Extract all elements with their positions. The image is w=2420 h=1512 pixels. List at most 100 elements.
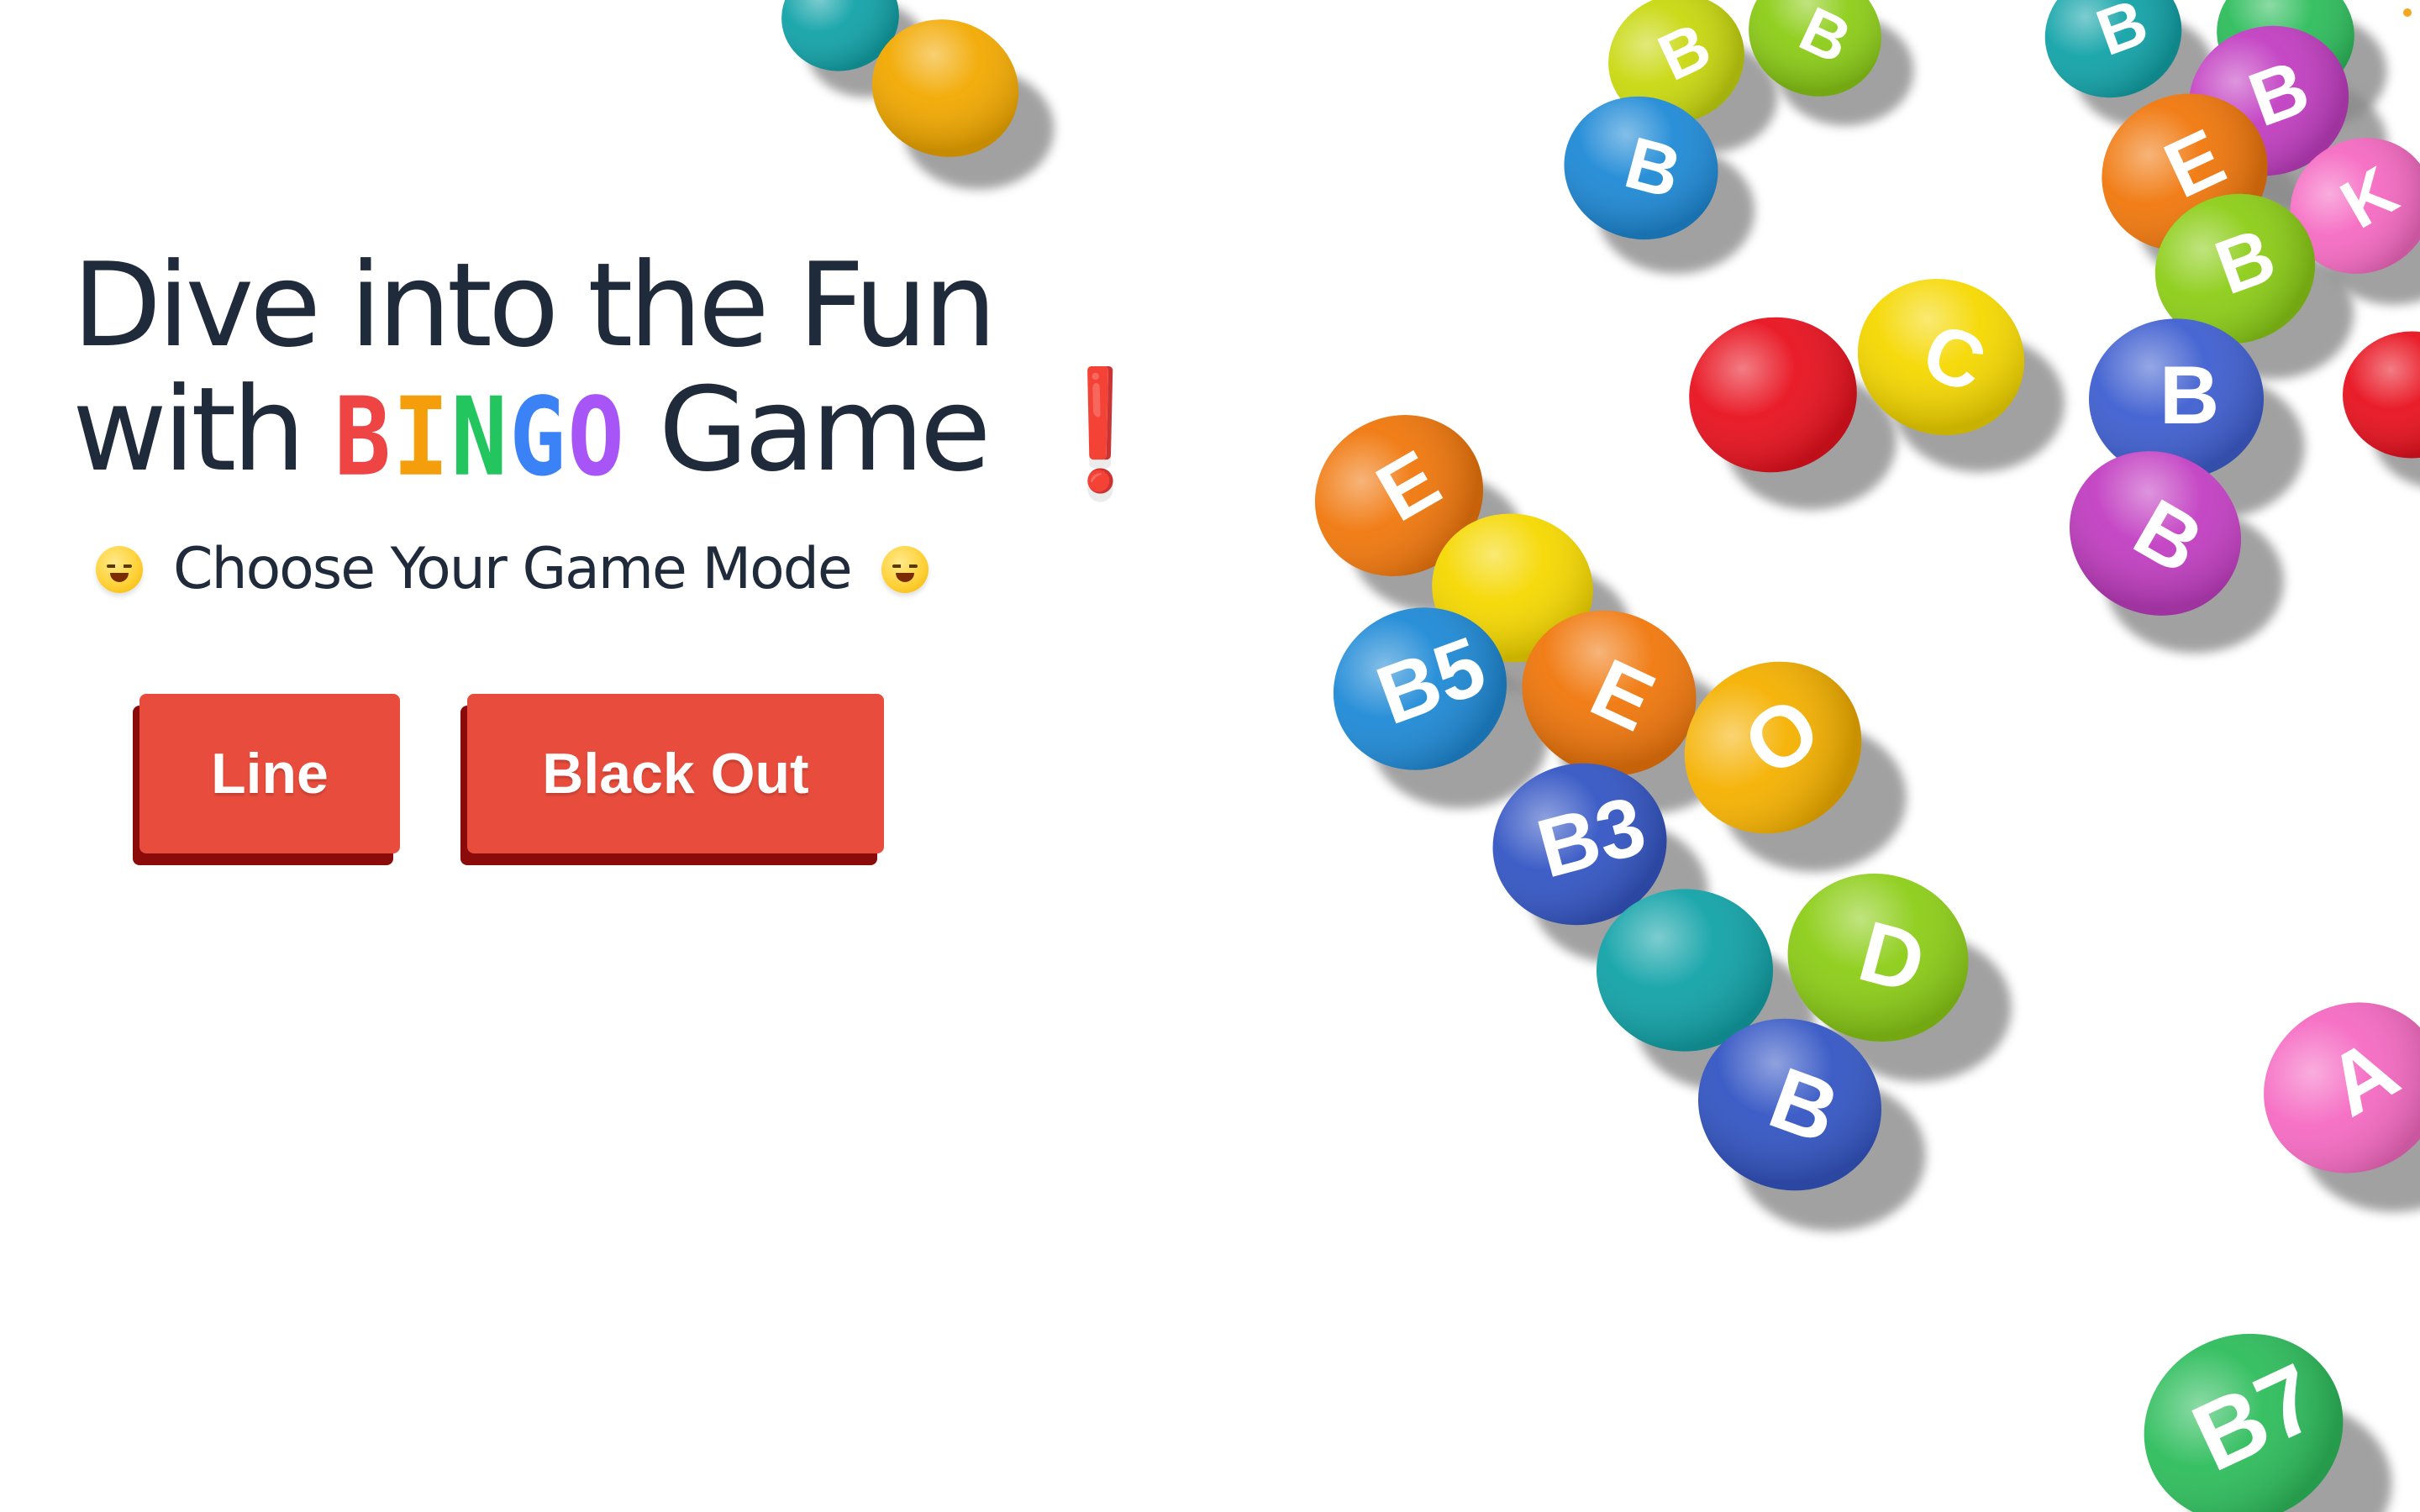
bingo-letter-b: B — [334, 375, 393, 501]
bingo-ball: D — [1787, 874, 1969, 1042]
bingo-ball: B7 — [2144, 1333, 2344, 1512]
ball-body — [1684, 661, 1862, 834]
ball-gloss — [1432, 513, 1593, 663]
ball-label: B — [2205, 212, 2286, 311]
game-mode-buttons: Line Black Out — [139, 694, 884, 853]
bingo-ball — [2343, 331, 2420, 459]
hero-section: Dive into the Fun with BINGO Game ❗ Choo… — [72, 244, 1172, 853]
ball-label: E — [2152, 113, 2238, 216]
ball-shadow — [1725, 372, 1897, 510]
exclamation-icon: ❗ — [1028, 362, 1172, 497]
ball-label: B — [1789, 0, 1861, 77]
ball-body — [1697, 1018, 1882, 1191]
bingo-ball: E — [2102, 93, 2268, 251]
bingo-ball: B — [1564, 96, 1718, 240]
bingo-logo-word: BINGO — [334, 366, 626, 509]
page-title: Dive into the Fun with BINGO Game ❗ — [72, 244, 1172, 501]
line-mode-button[interactable]: Line — [139, 694, 400, 853]
status-dot — [2403, 8, 2412, 17]
bingo-letter-i: I — [392, 375, 451, 501]
title-with-word: with — [72, 362, 306, 497]
ball-body — [1787, 874, 1969, 1042]
blackout-mode-button[interactable]: Black Out — [467, 694, 884, 853]
bingo-ball: B — [2154, 193, 2316, 344]
ball-label: B — [2087, 0, 2157, 70]
bingo-ball — [781, 0, 899, 71]
ball-shadow — [1721, 722, 1907, 872]
bingo-ball — [871, 19, 1019, 157]
ball-body — [1608, 0, 1744, 123]
bingo-ball — [1432, 513, 1593, 663]
ball-gloss — [2044, 0, 2182, 98]
ball-gloss — [2343, 331, 2420, 459]
ball-gloss — [2070, 451, 2241, 616]
ball-label: E — [1362, 433, 1455, 539]
ball-body — [871, 19, 1019, 157]
ball-label: D — [1849, 902, 1934, 1011]
bingo-ball — [1597, 889, 1773, 1052]
ball-gloss — [2154, 193, 2316, 344]
ball-shadow — [2074, 14, 2215, 129]
bingo-ball: A — [2264, 1002, 2420, 1173]
ball-gloss — [1857, 279, 2025, 435]
bingo-ball: B — [2044, 0, 2182, 98]
bingo-letter-o: O — [567, 375, 626, 501]
ball-body — [1597, 889, 1773, 1052]
ball-gloss — [1608, 0, 1744, 123]
ball-shadow — [1893, 334, 2065, 472]
ball-shadow — [2189, 247, 2354, 380]
ball-gloss — [2264, 1002, 2420, 1173]
ball-shadow — [1466, 566, 1632, 699]
bingo-ball: B — [2089, 318, 2264, 480]
ball-gloss — [2290, 138, 2420, 274]
ball-gloss — [1749, 0, 1881, 97]
ball-body — [1857, 279, 2025, 435]
ball-body — [1749, 0, 1881, 97]
bingo-ball — [2217, 0, 2354, 97]
ball-gloss — [2102, 93, 2268, 251]
ball-gloss — [1787, 874, 1969, 1042]
ball-label: B — [1758, 1048, 1851, 1163]
ball-body — [2217, 0, 2354, 97]
ball-bodies: B BBCEB5 E OB3DBBBE KBBBAB7 — [781, 0, 2420, 1512]
ball-body — [2188, 25, 2349, 176]
bingo-ball: B5 — [1333, 607, 1507, 770]
ball-shadow — [1529, 820, 1708, 964]
bingo-letter-g: G — [508, 375, 568, 501]
ball-label: B — [2238, 44, 2320, 143]
game-mode-label: Choose Your Game Mode — [173, 536, 853, 602]
ball-shadow — [2105, 509, 2284, 654]
ball-shadow — [2320, 186, 2420, 305]
ball-label: K — [2328, 152, 2410, 243]
ball-label: B3 — [1528, 779, 1655, 895]
ball-body — [2044, 0, 2182, 98]
bingo-ball-layer: B BBCEB5 E OB3DBBBE KBBBAB7 — [781, 0, 2420, 1512]
game-mode-heading: Choose Your Game Mode — [96, 536, 929, 602]
bingo-letter-n: N — [450, 375, 509, 501]
bingo-ball — [1689, 317, 1857, 473]
ball-gloss — [2188, 25, 2349, 176]
ball-label: E — [1577, 642, 1667, 750]
ball-label: B — [2160, 349, 2219, 441]
ball-shadow — [2301, 1063, 2420, 1212]
ball-body — [1689, 317, 1857, 473]
title-game-word: Game — [658, 362, 992, 497]
ball-gloss — [2144, 1333, 2344, 1512]
ball-body — [2343, 331, 2420, 459]
ball-gloss — [2089, 318, 2264, 480]
ball-body — [1432, 513, 1593, 663]
ball-shadow — [2126, 375, 2305, 519]
ball-gloss — [1684, 661, 1862, 834]
ball-shadow — [2186, 1400, 2392, 1512]
bingo-ball: K — [2290, 138, 2420, 274]
ball-shadow — [1637, 39, 1778, 154]
ball-gloss — [1314, 415, 1484, 576]
ball-gloss — [1597, 889, 1773, 1052]
ball-shadow — [1370, 664, 1549, 809]
ball-shadow — [1737, 1079, 1926, 1231]
ball-gloss — [2217, 0, 2354, 97]
bingo-ball: B — [2070, 451, 2241, 616]
ball-shadow — [807, 1, 927, 97]
ball-gloss — [1333, 607, 1507, 770]
ball-body — [2102, 93, 2268, 251]
